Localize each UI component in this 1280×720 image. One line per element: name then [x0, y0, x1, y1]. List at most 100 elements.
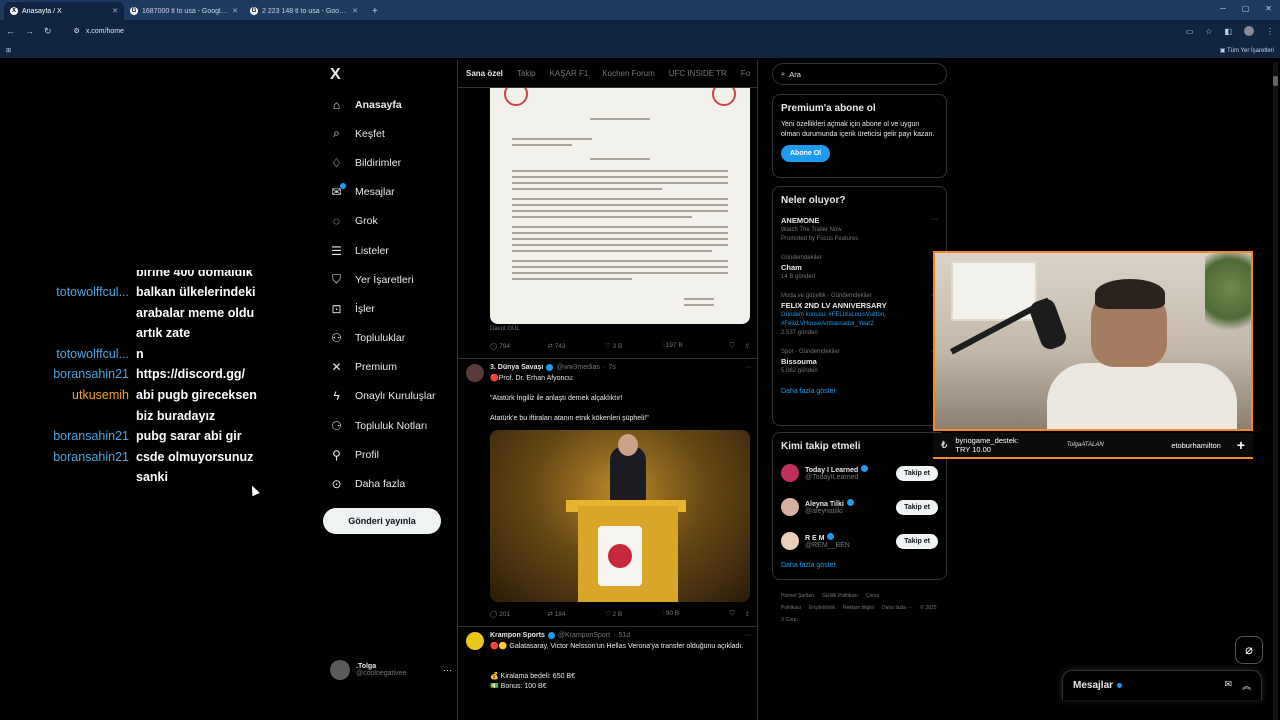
browser-tab-google-2[interactable]: G 2 223 148 tl to usa - Google'da Ara ✕ — [244, 2, 364, 20]
timeline-tab[interactable]: Takip — [517, 69, 536, 78]
forward-icon[interactable]: → — [25, 26, 34, 36]
trend-item[interactable]: Spor · Gündemdekiler Bissouma 5.062 gönder… — [781, 348, 938, 376]
reply-button[interactable]: ◯ 201 — [490, 610, 547, 618]
show-more-link[interactable]: Daha fazla göster — [781, 388, 938, 395]
tweet-time[interactable]: 7s — [608, 364, 615, 371]
minimize-icon[interactable]: ─ — [1220, 4, 1226, 13]
nav-item-4[interactable]: ◌ Grok — [322, 207, 452, 236]
tweet-author-name[interactable]: Krampon Sports — [490, 632, 545, 639]
like-button[interactable]: ♡ 2 B — [605, 610, 662, 618]
browser-tab-google-1[interactable]: G 1687000 tl to usa - Google'da Ara ✕ — [124, 2, 244, 20]
footer-link[interactable]: Erişilebilirlik — [809, 605, 835, 611]
address-bar[interactable]: ⚙ x.com/home — [66, 23, 1176, 39]
retweet-button[interactable]: ⇄ 184 — [547, 610, 604, 618]
tweet-author-handle[interactable]: @ww3medias — [556, 364, 600, 371]
nav-item-0[interactable]: ⌂ Anasayfa — [322, 90, 452, 119]
timeline-tab[interactable]: Kochen Forum — [602, 69, 654, 78]
sidepanel-icon[interactable]: ◧ — [1224, 27, 1232, 36]
post-button[interactable]: Gönderi yayınla — [323, 508, 441, 534]
account-switcher[interactable]: .Tolga @coolnegativee ··· — [330, 660, 452, 680]
follow-suggestion[interactable]: Today I Learned @TodayILearned Takip et — [781, 460, 938, 486]
nav-item-9[interactable]: ✕ Premium — [322, 353, 452, 382]
nav-item-12[interactable]: ⚲ Profil — [322, 440, 452, 469]
grok-icon[interactable]: ⌀ — [1235, 636, 1263, 664]
site-info-icon[interactable]: ⚙ — [74, 27, 80, 35]
reload-icon[interactable]: ↻ — [44, 26, 52, 37]
follow-button[interactable]: Takip et — [896, 533, 938, 549]
window-close-icon[interactable]: ✕ — [1265, 4, 1272, 13]
nav-item-3[interactable]: ✉ Mesajlar — [322, 178, 452, 207]
tweet-document-image[interactable] — [490, 88, 750, 324]
cast-icon[interactable]: ▭ — [1186, 27, 1194, 36]
subscribe-button[interactable]: Abone Ol — [781, 145, 831, 162]
reply-count: 201 — [499, 611, 510, 618]
tweet-author-handle[interactable]: @KramponSport — [558, 632, 610, 639]
close-icon[interactable]: ✕ — [112, 7, 118, 15]
scrollbar[interactable] — [1273, 62, 1278, 720]
x-logo-icon[interactable]: X — [322, 60, 452, 90]
star-icon[interactable]: ☆ — [1205, 27, 1212, 36]
reply-button[interactable]: ◯ 794 — [490, 342, 547, 350]
browser-tab-x-home[interactable]: X Anasayfa / X ✕ — [4, 2, 124, 20]
nav-item-7[interactable]: ⊡ İşler — [322, 294, 452, 323]
retweet-button[interactable]: ⇄ 743 — [547, 342, 604, 350]
search-input[interactable]: ⌕ Ara — [772, 63, 947, 85]
tweet-time[interactable]: 51d — [618, 632, 630, 639]
nav-item-13[interactable]: ⊙ Daha fazla — [322, 469, 452, 498]
follow-suggestion[interactable]: Aleyna Tilki @aleynatilki Takip et — [781, 494, 938, 520]
chat-username: utkusemih — [72, 387, 129, 402]
bookmark-icon[interactable]: ⛉ — [730, 342, 735, 350]
messages-drawer[interactable]: Mesajlar ✉ ︽ — [1062, 670, 1262, 700]
compose-icon[interactable]: ✉ — [1224, 679, 1232, 692]
avatar[interactable] — [466, 632, 484, 650]
like-button[interactable]: ♡ 3 B — [605, 342, 662, 350]
expand-icon[interactable]: ︽ — [1242, 679, 1251, 692]
suggestion-handle: @REM__BEN — [805, 542, 850, 549]
follow-button[interactable]: Takip et — [896, 499, 938, 515]
share-icon[interactable]: ⇪ — [745, 342, 750, 350]
timeline-tab[interactable]: KAŞAR F1 — [550, 69, 589, 78]
more-icon[interactable]: ··· — [745, 364, 752, 371]
bookmark-icon[interactable]: ⛉ — [730, 610, 735, 618]
views-button[interactable]: ⫶ 90 B — [662, 610, 719, 618]
footer-link[interactable]: Daha fazla ··· — [882, 605, 912, 611]
footer-link[interactable]: Gizlilik Politikası — [822, 593, 858, 599]
unread-dot — [1117, 683, 1123, 688]
footer-link[interactable]: Hizmet Şartları — [781, 593, 814, 599]
views-button[interactable]: ⫶ 197 B — [662, 342, 719, 350]
follow-button[interactable]: Takip et — [896, 465, 938, 481]
nav-item-1[interactable]: ⌕ Keşfet — [322, 119, 452, 148]
follow-suggestion[interactable]: R E M @REM__BEN Takip et — [781, 528, 938, 554]
nav-item-8[interactable]: ⚇ Topluluklar — [322, 324, 452, 353]
close-icon[interactable]: ✕ — [352, 7, 358, 15]
all-bookmarks[interactable]: ▣ Tüm Yer İşaretleri — [1220, 47, 1274, 54]
more-icon[interactable]: ··· — [745, 632, 752, 639]
share-icon[interactable]: ⇪ — [745, 610, 750, 618]
nav-item-6[interactable]: ⛉ Yer İşaretleri — [322, 265, 452, 294]
show-more-link[interactable]: Daha fazla göster — [781, 562, 938, 569]
trend-item[interactable]: Moda ve güzellik · Gündemdekiler FELIX 2N… — [781, 292, 938, 338]
trend-item[interactable]: GündemdekilerCham14 B gönderi··· — [781, 254, 938, 282]
tweet-author-name[interactable]: 3. Dünya Savaşı — [490, 364, 543, 371]
avatar[interactable] — [466, 364, 484, 382]
close-icon[interactable]: ✕ — [232, 7, 238, 15]
back-icon[interactable]: ← — [6, 26, 15, 36]
timeline-tab[interactable]: Sana özel — [466, 69, 503, 78]
timeline-tab[interactable]: UFC INSIDE TR — [669, 69, 727, 78]
profile-avatar[interactable] — [1244, 26, 1254, 36]
new-tab-button[interactable]: + — [364, 2, 386, 20]
maximize-icon[interactable]: ▢ — [1242, 4, 1250, 13]
footer-link[interactable]: Reklam bilgisi — [843, 605, 874, 611]
tweet-photo[interactable] — [490, 430, 750, 602]
apps-icon[interactable]: ⊞ — [6, 47, 11, 54]
nav-item-11[interactable]: ⚆ Topluluk Notları — [322, 411, 452, 440]
more-icon[interactable]: ··· — [443, 665, 452, 675]
nav-item-10[interactable]: ϟ Onaylı Kuruluşlar — [322, 382, 452, 411]
timeline-tab[interactable]: Fo — [741, 69, 750, 78]
trend-item[interactable]: ANEMONE Watch The Trailer Now Promoted by … — [781, 216, 938, 244]
more-icon[interactable]: ··· — [931, 216, 938, 223]
menu-icon[interactable]: ⋮ — [1266, 27, 1274, 36]
trend-title: Bissouma — [781, 357, 817, 366]
nav-item-2[interactable]: ♢ Bildirimler — [322, 148, 452, 177]
nav-item-5[interactable]: ☰ Listeler — [322, 236, 452, 265]
